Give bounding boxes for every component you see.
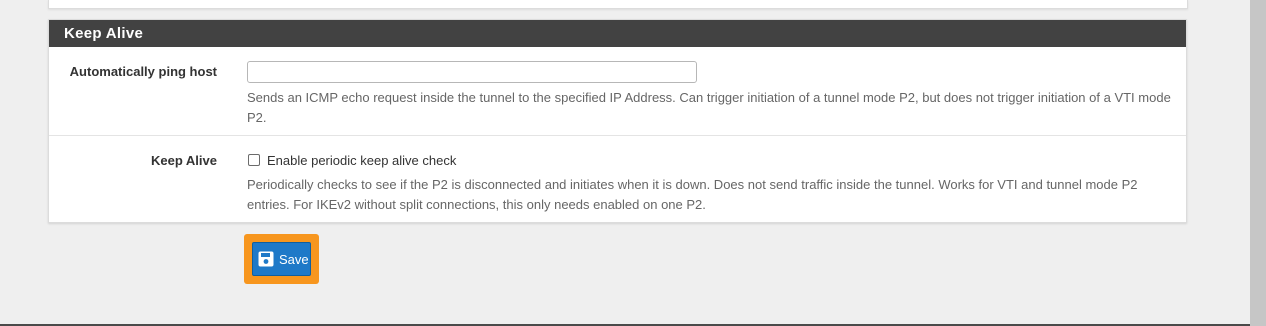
save-button-label: Save: [279, 251, 309, 267]
floppy-disk-icon: [258, 251, 274, 267]
keep-alive-row: Keep Alive Enable periodic keep alive ch…: [49, 136, 1186, 223]
previous-panel: [48, 0, 1188, 9]
keep-alive-panel: Keep Alive Automatically ping host Sends…: [48, 19, 1187, 223]
save-button[interactable]: Save: [252, 242, 311, 276]
keep-alive-help: Periodically checks to see if the P2 is …: [247, 177, 1138, 212]
ping-host-row: Automatically ping host Sends an ICMP ec…: [49, 47, 1186, 136]
keep-alive-label: Keep Alive: [151, 153, 217, 168]
ping-host-label: Automatically ping host: [69, 64, 217, 79]
keep-alive-field: Enable periodic keep alive check Periodi…: [247, 151, 1182, 215]
ping-host-field: Sends an ICMP echo request inside the tu…: [247, 61, 1182, 128]
ping-host-help: Sends an ICMP echo request inside the tu…: [247, 90, 1171, 125]
keep-alive-checkbox-label[interactable]: Enable periodic keep alive check: [267, 153, 456, 168]
keep-alive-check-line: Enable periodic keep alive check: [247, 151, 1182, 169]
panel-heading: Keep Alive: [49, 20, 1186, 47]
ping-host-input[interactable]: [247, 61, 697, 83]
save-button-highlight: Save: [244, 234, 319, 284]
vertical-scrollbar[interactable]: [1250, 0, 1266, 326]
keep-alive-checkbox[interactable]: [248, 154, 260, 166]
